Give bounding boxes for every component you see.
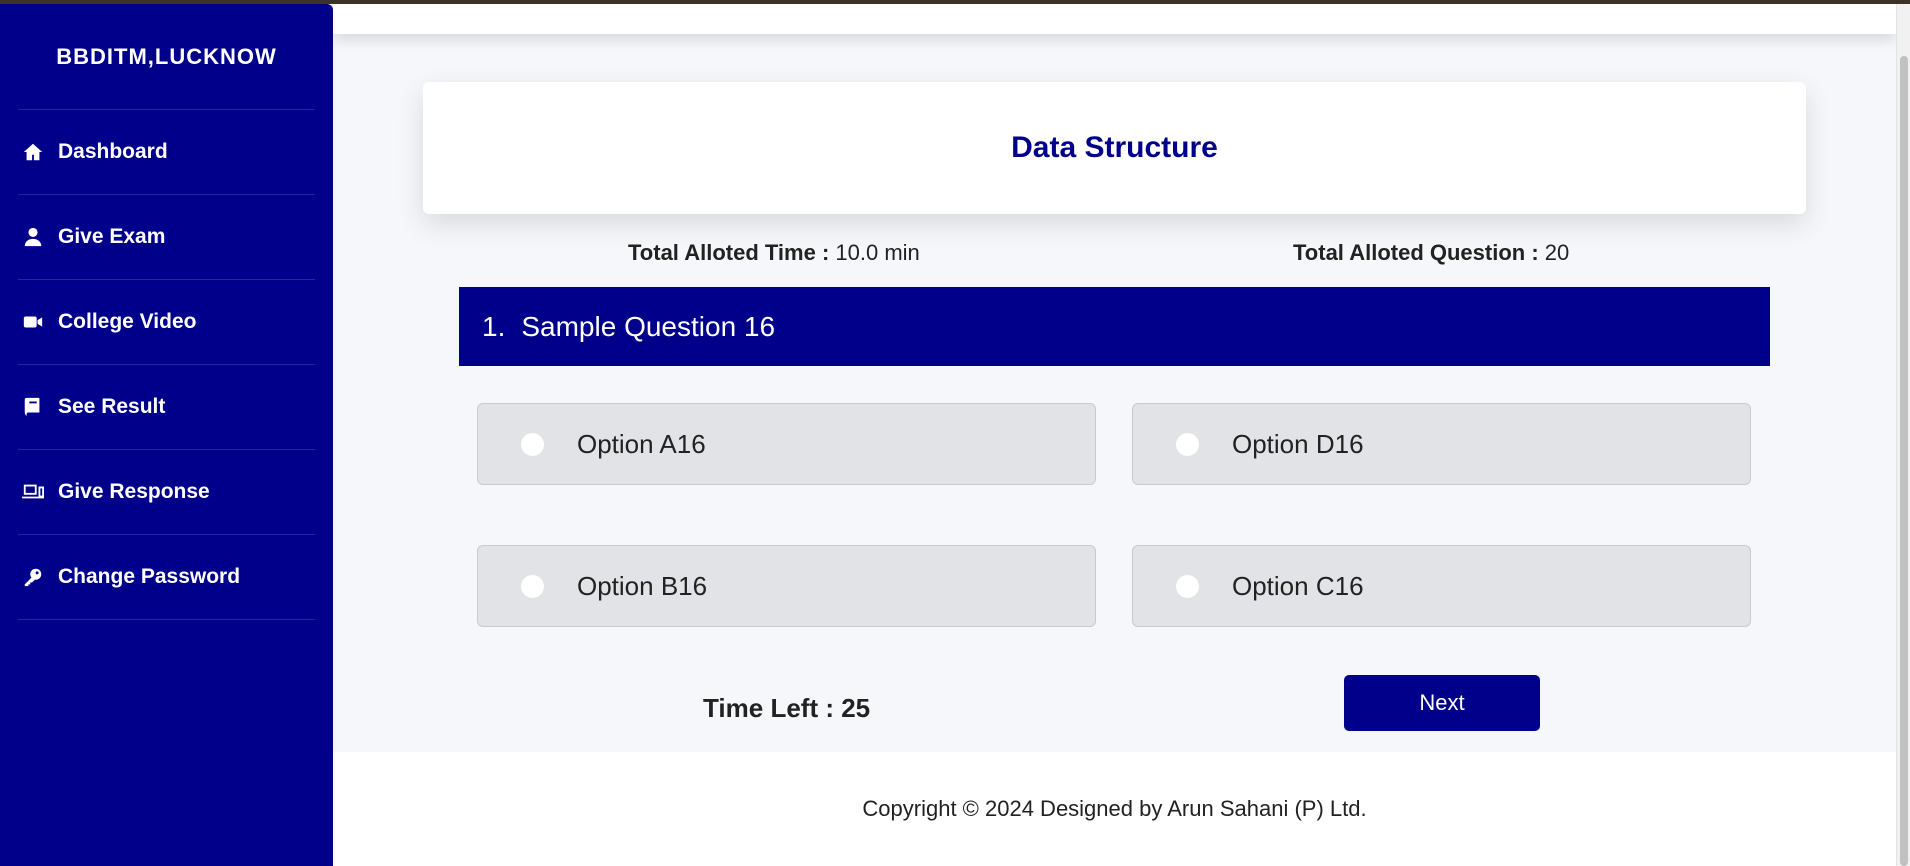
- exam-title-card: Data Structure: [423, 82, 1806, 214]
- total-time-label: Total Alloted Time :: [628, 240, 830, 265]
- sidebar-item-label: College Video: [58, 310, 197, 333]
- total-questions: Total Alloted Question : 20: [1293, 240, 1569, 266]
- sidebar-item-label: Give Exam: [58, 225, 166, 248]
- radio-button[interactable]: [1176, 432, 1199, 456]
- user-icon: [20, 224, 46, 250]
- vertical-scrollbar[interactable]: [1896, 4, 1910, 866]
- sidebar-item-give-exam[interactable]: Give Exam: [18, 195, 315, 280]
- sidebar-item-college-video[interactable]: College Video: [18, 280, 315, 365]
- video-camera-icon: [20, 309, 46, 335]
- sidebar-item-give-response[interactable]: Give Response: [18, 450, 315, 535]
- devices-icon: [20, 479, 46, 505]
- time-left: Time Left : 25: [703, 693, 871, 723]
- top-header-bar: [333, 4, 1896, 34]
- option-c[interactable]: Option C16: [1132, 545, 1751, 627]
- option-label: Option B16: [577, 570, 708, 601]
- question-bar: 1. Sample Question 16: [459, 287, 1770, 366]
- total-questions-value: 20: [1544, 240, 1570, 265]
- page-title: Data Structure: [1011, 131, 1218, 164]
- option-d[interactable]: Option D16: [1132, 403, 1751, 485]
- sidebar: BBDITM,LUCKNOW Dashboard Give Exam Colle…: [0, 4, 333, 866]
- radio-button[interactable]: [1176, 574, 1199, 598]
- question-text: Sample Question 16: [521, 310, 776, 342]
- total-questions-label: Total Alloted Question :: [1293, 240, 1539, 265]
- scrollbar-thumb[interactable]: [1900, 56, 1908, 866]
- option-a[interactable]: Option A16: [477, 403, 1096, 485]
- total-time-value: 10.0 min: [835, 240, 920, 265]
- key-icon: [20, 564, 46, 590]
- total-time: Total Alloted Time : 10.0 min: [628, 240, 920, 266]
- brand-name: BBDITM,LUCKNOW: [18, 4, 315, 110]
- sidebar-item-label: Give Response: [58, 480, 210, 503]
- sidebar-item-label: See Result: [58, 395, 166, 418]
- footer: Copyright © 2024 Designed by Arun Sahani…: [333, 752, 1896, 866]
- option-label: Option D16: [1232, 428, 1364, 459]
- sidebar-item-dashboard[interactable]: Dashboard: [18, 110, 315, 195]
- next-button[interactable]: Next: [1344, 675, 1540, 731]
- radio-button[interactable]: [521, 432, 544, 456]
- book-icon: [20, 394, 46, 420]
- radio-button[interactable]: [521, 574, 544, 598]
- copyright-text: Copyright © 2024 Designed by Arun Sahani…: [862, 796, 1367, 821]
- sidebar-item-change-password[interactable]: Change Password: [18, 535, 315, 620]
- sidebar-item-see-result[interactable]: See Result: [18, 365, 315, 450]
- option-label: Option A16: [577, 428, 706, 459]
- option-label: Option C16: [1232, 570, 1364, 601]
- home-icon: [20, 139, 46, 165]
- sidebar-item-label: Dashboard: [58, 140, 168, 163]
- sidebar-item-label: Change Password: [58, 565, 241, 588]
- option-b[interactable]: Option B16: [477, 545, 1096, 627]
- question-number: 1.: [482, 310, 506, 342]
